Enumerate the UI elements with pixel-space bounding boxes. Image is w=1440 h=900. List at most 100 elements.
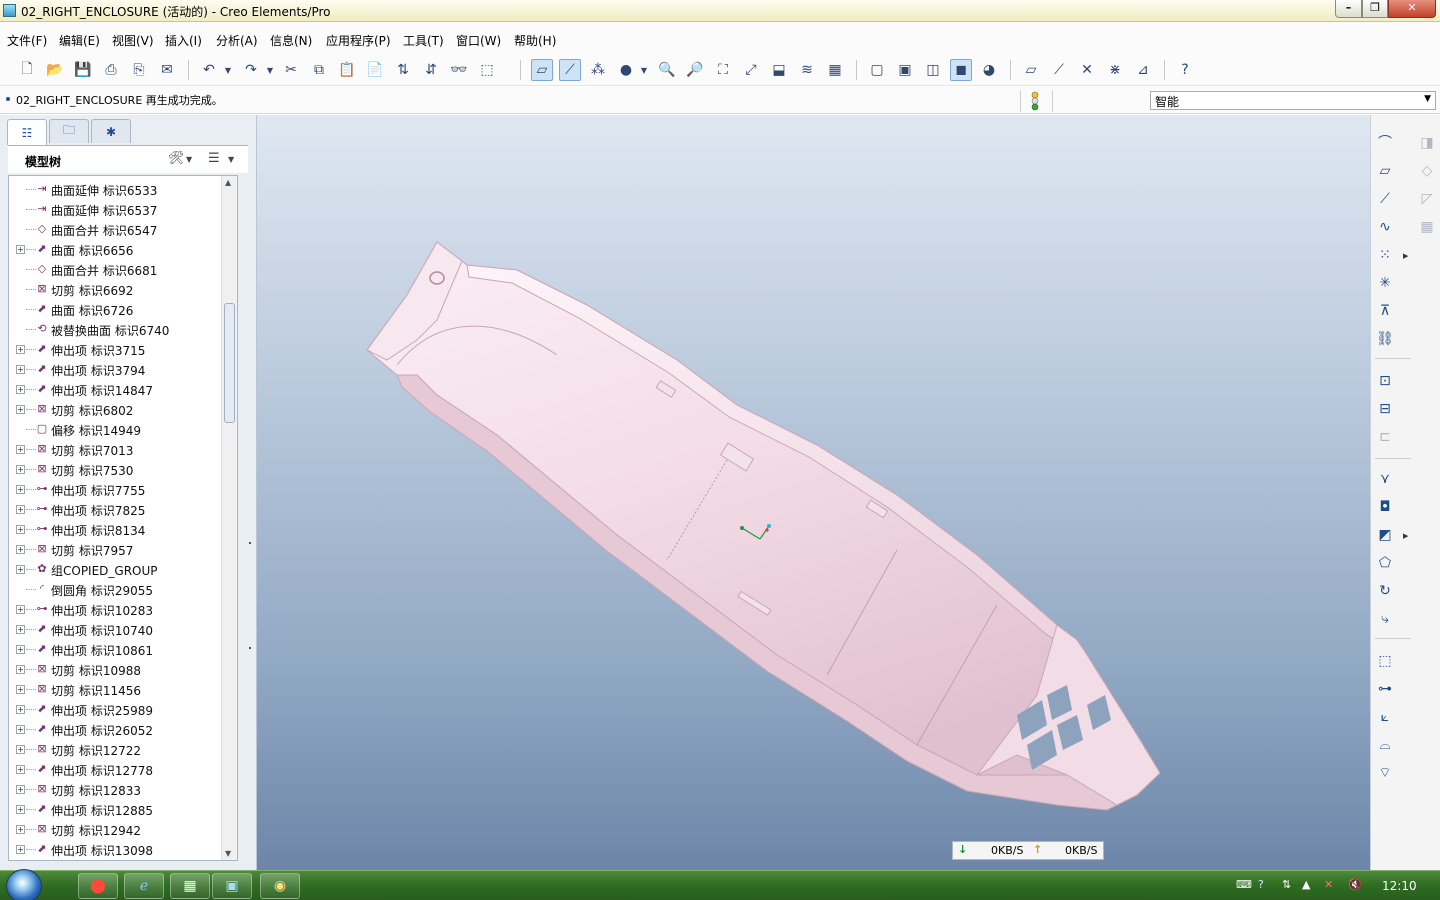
- print-preview-icon[interactable]: ⎘: [128, 59, 150, 81]
- mirror-icon[interactable]: ◨: [1415, 131, 1439, 155]
- tree-item[interactable]: + ⊠ 切剪 标识6802: [9, 399, 219, 419]
- graphics-window[interactable]: ↓ 0KB/S ↑ 0KB/S: [257, 115, 1370, 870]
- menu-analysis[interactable]: 分析(A): [216, 32, 258, 49]
- tree-item[interactable]: + ⊠ 切剪 标识10988: [9, 659, 219, 679]
- round-icon[interactable]: ◘: [1373, 495, 1397, 519]
- hidden-line-icon[interactable]: ▣: [894, 59, 916, 81]
- redo-icon[interactable]: ↷: [240, 59, 262, 81]
- expand-icon[interactable]: +: [16, 465, 25, 474]
- sketch-icon[interactable]: ⌒: [1373, 131, 1397, 155]
- revolve-icon[interactable]: ↻: [1373, 579, 1397, 603]
- expand-icon[interactable]: +: [16, 525, 25, 534]
- shading-dropdown-icon[interactable]: ▼: [638, 59, 650, 81]
- help-tray-icon[interactable]: ?: [1258, 878, 1264, 891]
- keyboard-icon[interactable]: ⌨: [1236, 878, 1252, 891]
- print-icon[interactable]: ⎙: [100, 59, 122, 81]
- saved-views-icon[interactable]: ⬓: [768, 59, 790, 81]
- tree-item[interactable]: ⬈ 曲面 标识6726: [9, 299, 219, 319]
- tree-item[interactable]: + ⊠ 切剪 标识12722: [9, 739, 219, 759]
- refit-icon[interactable]: ⛶: [712, 59, 734, 81]
- zoom-out-icon[interactable]: 🔎: [684, 59, 706, 81]
- minimize-button[interactable]: –: [1335, 0, 1362, 18]
- tree-item[interactable]: + ⬈ 伸出项 标识13098: [9, 839, 219, 859]
- menu-file[interactable]: 文件(F): [7, 32, 47, 49]
- open-folder-icon[interactable]: 📂: [44, 59, 66, 81]
- shell-icon[interactable]: ⊟: [1373, 397, 1397, 421]
- hole-icon[interactable]: ⊡: [1373, 369, 1397, 393]
- menu-applications[interactable]: 应用程序(P): [326, 32, 391, 49]
- context-help-icon[interactable]: ?: [1174, 59, 1196, 81]
- reorient-icon[interactable]: ⤢: [740, 59, 762, 81]
- expand-icon[interactable]: +: [16, 565, 25, 574]
- taskbar-ie-icon[interactable]: ℯ: [124, 873, 164, 899]
- menu-window[interactable]: 窗口(W): [456, 32, 501, 49]
- plane-display-icon[interactable]: ▱: [1020, 59, 1042, 81]
- view-manager-icon[interactable]: ▦: [824, 59, 846, 81]
- zoom-in-icon[interactable]: 🔍: [656, 59, 678, 81]
- scroll-down-icon[interactable]: ▼: [225, 849, 231, 858]
- style-icon[interactable]: ⌓: [1373, 733, 1397, 757]
- annotation-display-icon[interactable]: ⊿: [1132, 59, 1154, 81]
- tree-item[interactable]: + ⊶ 伸出项 标识10283: [9, 599, 219, 619]
- tree-item[interactable]: ⟲ 被替换曲面 标识6740: [9, 319, 219, 339]
- analysis-icon[interactable]: ⊼: [1373, 299, 1397, 323]
- tree-item[interactable]: ⇥ 曲面延伸 标识6533: [9, 179, 219, 199]
- expand-icon[interactable]: +: [16, 645, 25, 654]
- tree-item[interactable]: + ⬈ 伸出项 标识3794: [9, 359, 219, 379]
- language-icon[interactable]: ⇅: [1282, 878, 1291, 891]
- tree-item[interactable]: + ⊶ 伸出项 标识8134: [9, 519, 219, 539]
- expand-icon[interactable]: +: [16, 485, 25, 494]
- datum-axis-icon[interactable]: ⟋: [1373, 187, 1397, 211]
- tab-favorites[interactable]: ✱: [91, 119, 131, 143]
- regen-manager-icon[interactable]: ⇵: [420, 59, 442, 81]
- tree-item[interactable]: + ⬈ 伸出项 标识3715: [9, 339, 219, 359]
- menu-insert[interactable]: 插入(I): [165, 32, 202, 49]
- cut-icon[interactable]: ✂: [280, 59, 302, 81]
- datum-planes-icon[interactable]: ▱: [531, 59, 553, 81]
- expand-icon[interactable]: +: [16, 785, 25, 794]
- expand-icon[interactable]: +: [16, 765, 25, 774]
- menu-help[interactable]: 帮助(H): [514, 32, 556, 49]
- blend-icon[interactable]: ⬚: [1373, 649, 1397, 673]
- undo-icon[interactable]: ↶: [198, 59, 220, 81]
- tree-item[interactable]: + ⊠ 切剪 标识11456: [9, 679, 219, 699]
- tree-item[interactable]: ◜ 倒圆角 标识29055: [9, 579, 219, 599]
- expand-icon[interactable]: +: [16, 805, 25, 814]
- tree-item[interactable]: + ⊶ 伸出项 标识7825: [9, 499, 219, 519]
- regenerate-icon[interactable]: ⇅: [392, 59, 414, 81]
- tree-item[interactable]: + ⊠ 切剪 标识12833: [9, 779, 219, 799]
- shaded-icon[interactable]: ◼: [950, 59, 972, 81]
- show-icon[interactable]: ☰: [208, 151, 220, 166]
- clock[interactable]: 12:10: [1382, 879, 1417, 893]
- expand-icon[interactable]: +: [16, 745, 25, 754]
- wireframe-icon[interactable]: ▢: [866, 59, 888, 81]
- draft-icon[interactable]: ⋎: [1373, 467, 1397, 491]
- menu-info[interactable]: 信息(N): [270, 32, 312, 49]
- freeform-icon[interactable]: ⌔: [1373, 761, 1397, 785]
- no-hidden-icon[interactable]: ◫: [922, 59, 944, 81]
- tree-scrollbar[interactable]: ▲ ▼: [221, 176, 237, 860]
- save-icon[interactable]: 💾: [72, 59, 94, 81]
- shading-icon[interactable]: ●: [615, 59, 637, 81]
- extrude-icon[interactable]: ⬠: [1373, 551, 1397, 575]
- expand-icon[interactable]: +: [16, 725, 25, 734]
- pattern-icon[interactable]: ▦: [1415, 215, 1439, 239]
- menu-tools[interactable]: 工具(T): [403, 32, 444, 49]
- datum-curve-icon[interactable]: ∿: [1373, 215, 1397, 239]
- tree-item[interactable]: + ⬈ 伸出项 标识25989: [9, 699, 219, 719]
- expand-icon[interactable]: +: [16, 245, 25, 254]
- expand-icon[interactable]: +: [16, 685, 25, 694]
- merge-icon[interactable]: ◇: [1415, 159, 1439, 183]
- tree-item[interactable]: + ⊠ 切剪 标识7530: [9, 459, 219, 479]
- paste-icon[interactable]: 📋: [336, 59, 358, 81]
- expand-icon[interactable]: +: [16, 505, 25, 514]
- tree-item[interactable]: + ⊠ 切剪 标识7013: [9, 439, 219, 459]
- expand-icon[interactable]: +: [16, 365, 25, 374]
- enclosure-model[interactable]: [257, 115, 1370, 870]
- settings-icon[interactable]: 🛠: [168, 151, 185, 166]
- tree-item[interactable]: + ⬈ 伸出项 标识12885: [9, 799, 219, 819]
- selection-filter-select[interactable]: 智能 ▼: [1150, 91, 1436, 110]
- scroll-up-icon[interactable]: ▲: [225, 178, 231, 187]
- expand-icon[interactable]: +: [16, 605, 25, 614]
- tree-item[interactable]: + ⬈ 伸出项 标识14847: [9, 379, 219, 399]
